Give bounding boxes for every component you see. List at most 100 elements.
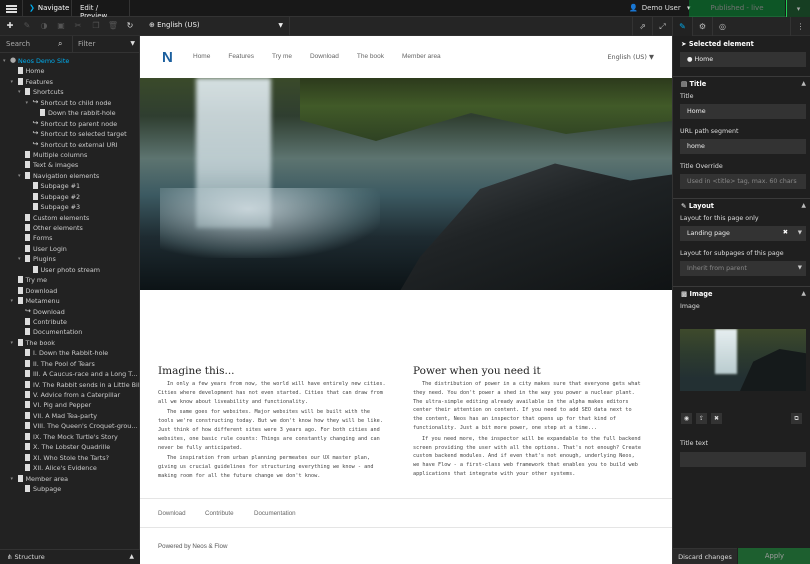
tree-node[interactable]: II. The Pool of Tears	[0, 359, 140, 369]
chevron-down-icon[interactable]: ▾	[3, 56, 6, 66]
camera-icon[interactable]: ◉	[681, 413, 692, 424]
footer-link[interactable]: Documentation	[254, 510, 296, 517]
tree-node[interactable]: IX. The Mock Turtle's Story	[0, 432, 140, 442]
site-nav-item[interactable]: Try me	[272, 53, 292, 60]
tree-node[interactable]: III. A Caucus-race and a Long T...	[0, 369, 140, 379]
tree-node[interactable]: XII. Alice's Evidence	[0, 463, 140, 473]
paste-node-icon[interactable]: ▣	[55, 20, 67, 32]
title-text-input[interactable]	[680, 452, 806, 467]
target-icon[interactable]: ◎	[712, 17, 732, 36]
tree-node[interactable]: Other elements	[0, 223, 140, 233]
tree-node[interactable]: V. Advice from a Caterpillar	[0, 390, 140, 400]
clear-icon[interactable]: ✖	[783, 229, 788, 236]
discard-changes-button[interactable]: Discard changes	[673, 548, 737, 564]
settings-icon[interactable]: ⚙	[692, 17, 712, 36]
publish-dropdown-button[interactable]: ▾	[786, 0, 810, 17]
hero-image[interactable]	[140, 78, 672, 290]
tree-node[interactable]: ▾ Features	[0, 77, 140, 87]
chevron-down-icon[interactable]: ▾	[26, 98, 29, 108]
delete-node-icon[interactable]: 🗑	[107, 20, 119, 32]
edit-node-icon[interactable]: ✎	[21, 20, 33, 32]
selected-element-value[interactable]: ● Home	[680, 52, 806, 67]
tree-node[interactable]: ▾ Shortcuts	[0, 87, 140, 97]
tree-node[interactable]: Download	[0, 286, 140, 296]
tree-node[interactable]: Documentation	[0, 327, 140, 337]
footer-link[interactable]: Contribute	[205, 510, 234, 517]
layout-section-header[interactable]: ✎ Layout ▲	[673, 198, 810, 213]
tree-node[interactable]: Subpage #2	[0, 192, 140, 202]
tree-node[interactable]: I. Down the Rabbit-hole	[0, 348, 140, 358]
remove-image-icon[interactable]: ✖	[711, 413, 722, 424]
tree-node[interactable]: ↪ Download	[0, 307, 140, 317]
copy-node-icon[interactable]: ❐	[90, 20, 102, 32]
tree-node[interactable]: ↪ Shortcut to parent node	[0, 119, 140, 129]
column-right[interactable]: Power when you need it The distribution …	[413, 365, 643, 481]
site-nav-item[interactable]: Home	[193, 53, 210, 60]
tree-node[interactable]: ↪ Shortcut to external URI	[0, 140, 140, 150]
tree-node[interactable]: VI. Pig and Pepper	[0, 400, 140, 410]
tree-node[interactable]: IV. The Rabbit sends in a Little Bill	[0, 380, 140, 390]
image-section-header[interactable]: ▩ Image ▲	[673, 286, 810, 301]
tree-node[interactable]: ▾ ↪ Shortcut to child node	[0, 98, 140, 108]
chevron-down-icon[interactable]: ▾	[18, 254, 21, 264]
url-path-input[interactable]: home	[680, 139, 806, 154]
user-menu[interactable]: 👤 Demo User ▾	[629, 4, 694, 12]
chevron-down-icon[interactable]: ▾	[11, 474, 14, 484]
tree-node[interactable]: XI. Who Stole the Tarts?	[0, 453, 140, 463]
upload-icon[interactable]: ⇪	[696, 413, 707, 424]
tree-node[interactable]: Custom elements	[0, 213, 140, 223]
tree-node[interactable]: ↪ Shortcut to selected target	[0, 129, 140, 139]
site-language-menu[interactable]: English (US) ▼	[607, 53, 654, 61]
more-icon[interactable]: ⋮	[790, 17, 810, 36]
hide-node-icon[interactable]: ◑	[38, 20, 50, 32]
crop-icon[interactable]: ⧉	[791, 413, 802, 424]
apply-button[interactable]: Apply	[738, 548, 810, 564]
chevron-down-icon[interactable]: ▾	[11, 77, 14, 87]
tree-node[interactable]: Home	[0, 66, 140, 76]
structure-panel-toggle[interactable]: ⋔ Structure ▲	[0, 549, 140, 564]
tree-node[interactable]: Text & images	[0, 160, 140, 170]
site-nav-item[interactable]: Download	[310, 53, 339, 60]
footer-link[interactable]: Download	[158, 510, 186, 517]
publish-button[interactable]: Published - live	[689, 0, 785, 17]
edit-preview-mode[interactable]: Edit / Preview	[71, 0, 130, 20]
tree-node[interactable]: Try me	[0, 275, 140, 285]
tree-node[interactable]: ▾ The book	[0, 338, 140, 348]
search-icon[interactable]: ⌕	[58, 39, 62, 49]
chevron-down-icon[interactable]: ▾	[11, 296, 14, 306]
layout-subpages-select[interactable]: Inherit from parent ▼	[680, 261, 806, 276]
refresh-icon[interactable]: ↻	[124, 20, 136, 32]
tree-node[interactable]: ▾ Plugins	[0, 254, 140, 264]
column-left[interactable]: Imagine this... In only a few years from…	[158, 365, 388, 483]
chevron-down-icon[interactable]: ▾	[18, 87, 21, 97]
add-node-icon[interactable]: ✚	[4, 20, 16, 32]
layout-page-select[interactable]: Landing page ✖ ▼	[680, 226, 806, 241]
chevron-down-icon[interactable]: ▾	[18, 171, 21, 181]
tree-node[interactable]: User Login	[0, 244, 140, 254]
edit-pencil-icon[interactable]: ✎	[672, 17, 692, 36]
tree-node[interactable]: Contribute	[0, 317, 140, 327]
site-nav-item[interactable]: Features	[228, 53, 254, 60]
tree-node[interactable]: ▾ ● Neos Demo Site	[0, 56, 140, 66]
cut-node-icon[interactable]: ✂	[72, 20, 84, 32]
dimension-selector[interactable]: ⊕ English (US) ▼	[142, 17, 290, 36]
tree-node[interactable]: Forms	[0, 233, 140, 243]
tree-node[interactable]: User photo stream	[0, 265, 140, 275]
title-override-input[interactable]: Used in <title> tag, max. 60 chars	[680, 174, 806, 189]
title-input[interactable]: Home	[680, 104, 806, 119]
site-nav-item[interactable]: Member area	[402, 53, 441, 60]
tree-node[interactable]: Subpage #1	[0, 181, 140, 191]
tree-node[interactable]: Subpage #3	[0, 202, 140, 212]
tree-node[interactable]: Down the rabbit-hole	[0, 108, 140, 118]
tree-node[interactable]: X. The Lobster Quadrille	[0, 442, 140, 452]
tree-node[interactable]: ▾ Navigation elements	[0, 171, 140, 181]
tree-node[interactable]: Multiple columns	[0, 150, 140, 160]
image-preview[interactable]	[680, 329, 806, 391]
tree-node[interactable]: VIII. The Queen's Croquet-grou...	[0, 421, 140, 431]
filter-select[interactable]: Filter ▼	[72, 36, 140, 53]
tree-node[interactable]: Subpage	[0, 484, 140, 494]
search-input[interactable]: Search	[6, 40, 30, 48]
title-section-header[interactable]: ▤ Title ▲	[673, 76, 810, 91]
tree-node[interactable]: VII. A Mad Tea-party	[0, 411, 140, 421]
open-external-icon[interactable]: ⇗	[632, 17, 652, 36]
